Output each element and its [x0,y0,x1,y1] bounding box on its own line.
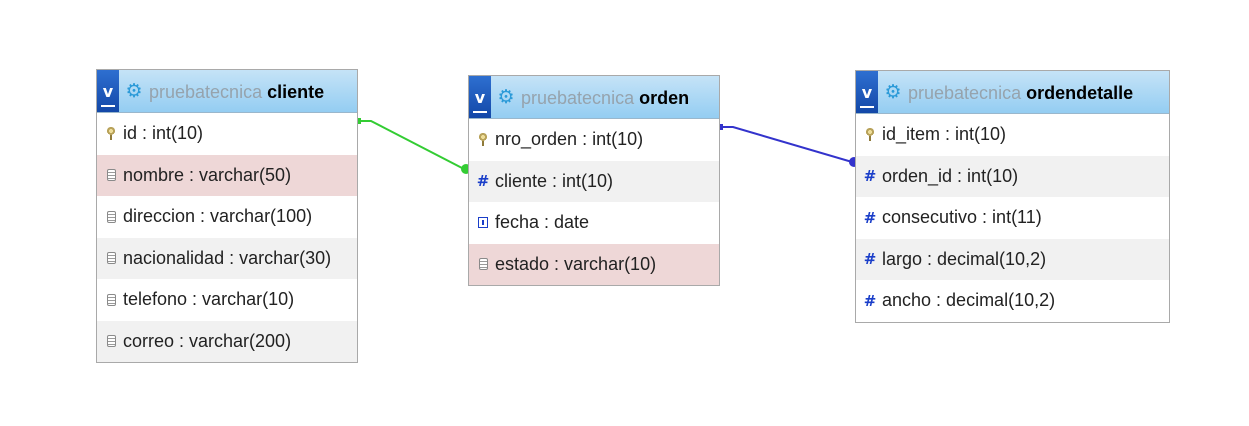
text-icon [477,258,489,271]
table-title: pruebatecnica cliente [149,82,324,103]
column-label: telefono : varchar(10) [123,289,295,310]
database-name: pruebatecnica [149,82,263,102]
toggle-columns-button[interactable]: v [469,76,491,118]
table-header[interactable]: v ⚙ pruebatecnica cliente [97,70,357,113]
hash-icon: # [863,291,877,310]
hash-icon: # [476,172,490,191]
column-row[interactable]: nacionalidad : varchar(30) [97,237,357,279]
column-row[interactable]: # orden_id : int(10) [856,155,1169,197]
relation-orden-ordendetalle[interactable] [717,124,859,167]
relation-line [357,120,468,170]
gear-icon[interactable]: ⚙ [125,82,143,101]
text-icon [105,293,117,306]
column-row[interactable]: nombre : varchar(50) [97,154,357,196]
column-label: cliente : int(10) [495,170,614,191]
column-row[interactable]: # consecutivo : int(11) [856,197,1169,239]
column-label: id : int(10) [123,123,204,144]
table-title: pruebatecnica orden [521,88,689,109]
table-header[interactable]: v ⚙ pruebatecnica orden [469,76,719,119]
table-header[interactable]: v ⚙ pruebatecnica ordendetalle [856,71,1169,114]
toggle-columns-button[interactable]: v [856,71,878,113]
toggle-columns-button[interactable]: v [97,70,119,112]
hash-icon: # [863,208,877,227]
column-label: correo : varchar(200) [123,330,292,351]
relation-line [719,126,856,163]
database-name: pruebatecnica [908,83,1022,103]
hash-icon: # [863,167,877,186]
column-row[interactable]: # ancho : decimal(10,2) [856,280,1169,322]
text-icon [105,210,117,223]
key-icon [105,127,117,141]
text-icon [105,335,117,348]
column-label: direccion : varchar(100) [123,206,313,227]
column-row[interactable]: # cliente : int(10) [469,160,719,202]
relation-cliente-orden[interactable] [355,118,471,174]
column-row[interactable]: id : int(10) [97,113,357,155]
key-icon [477,133,489,147]
table-name: cliente [267,82,325,102]
table-name: ordendetalle [1026,83,1134,103]
column-label: nro_orden : int(10) [495,129,644,150]
column-row[interactable]: telefono : varchar(10) [97,279,357,321]
column-label: estado : varchar(10) [495,253,657,274]
text-icon [105,169,117,182]
column-row[interactable]: nro_orden : int(10) [469,119,719,161]
column-row[interactable]: fecha : date [469,202,719,244]
table-cliente[interactable]: v ⚙ pruebatecnica cliente id : int(10) n… [96,69,358,363]
column-row[interactable]: estado : varchar(10) [469,243,719,285]
column-label: ancho : decimal(10,2) [882,290,1056,311]
key-icon [864,128,876,142]
column-label: orden_id : int(10) [882,165,1019,186]
text-icon [105,252,117,265]
database-name: pruebatecnica [521,88,635,108]
table-orden[interactable]: v ⚙ pruebatecnica orden nro_orden : int(… [468,75,720,286]
table-title: pruebatecnica ordendetalle [908,83,1133,104]
table-ordendetalle[interactable]: v ⚙ pruebatecnica ordendetalle id_item :… [855,70,1170,323]
table-name: orden [639,88,690,108]
column-label: nacionalidad : varchar(30) [123,247,332,268]
column-label: id_item : int(10) [882,124,1007,145]
date-icon [477,217,489,229]
column-label: consecutivo : int(11) [882,207,1042,228]
hash-icon: # [863,250,877,269]
gear-icon[interactable]: ⚙ [497,88,515,107]
column-label: fecha : date [495,212,590,233]
gear-icon[interactable]: ⚙ [884,83,902,102]
column-row[interactable]: # largo : decimal(10,2) [856,238,1169,280]
column-row[interactable]: id_item : int(10) [856,114,1169,156]
column-row[interactable]: direccion : varchar(100) [97,196,357,238]
column-label: largo : decimal(10,2) [882,248,1047,269]
column-row[interactable]: correo : varchar(200) [97,320,357,362]
column-label: nombre : varchar(50) [123,164,292,185]
